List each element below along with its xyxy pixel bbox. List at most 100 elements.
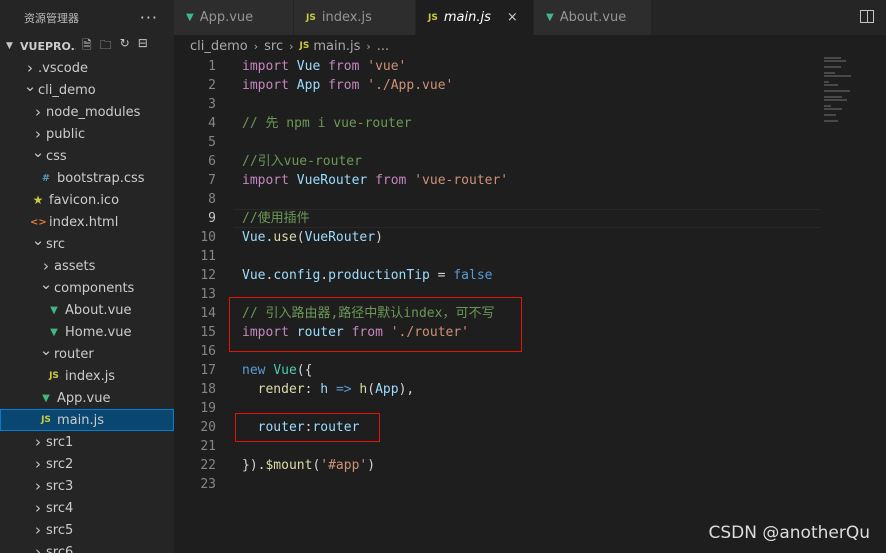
code-token: ({ xyxy=(296,363,313,378)
tree-item-label: components xyxy=(54,280,135,296)
minimap-line xyxy=(824,66,841,68)
project-root[interactable]: ▼ VUEPRO... 🗎 🗀 ↻ ⊟ xyxy=(0,35,174,57)
more-actions-icon[interactable]: ··· xyxy=(140,8,158,27)
star-file-icon: ★ xyxy=(32,193,44,207)
tree-item-bootstrap-css[interactable]: # bootstrap.css xyxy=(0,167,174,189)
tree-item-index-html[interactable]: <> index.html xyxy=(0,211,174,233)
tree-item-public[interactable]: › public xyxy=(0,123,174,145)
tree-item-src5[interactable]: › src5 xyxy=(0,519,174,541)
code-line: 1 import Vue from 'vue' xyxy=(174,57,814,76)
tree-item-label: Home.vue xyxy=(65,324,132,340)
code-line: 4 // 先 npm i vue-router xyxy=(174,114,814,133)
split-editor-icon[interactable] xyxy=(860,10,874,23)
watermark: CSDN @anotherQu xyxy=(708,523,870,543)
tree-item-label: src xyxy=(46,236,65,252)
code-token: ) xyxy=(367,458,376,473)
tree-item-router[interactable]: ⌄ router xyxy=(0,341,174,365)
tree-item-src6[interactable]: › src6 xyxy=(0,541,174,553)
tree-item-label: node_modules xyxy=(46,104,141,120)
tree-item-src[interactable]: ⌄ src xyxy=(0,231,174,255)
tree-item-favicon-ico[interactable]: ★ favicon.ico xyxy=(0,189,174,211)
code-token: false xyxy=(453,268,493,283)
code-token: $mount xyxy=(265,458,313,473)
code-token: ( xyxy=(367,382,376,397)
css-file-icon: # xyxy=(41,172,51,184)
breadcrumb-file-main-js[interactable]: main.js xyxy=(313,39,360,54)
tree-item-cli-demo[interactable]: ⌄ cli_demo xyxy=(0,77,174,101)
js-file-icon: JS xyxy=(41,415,51,425)
annotation-box-router-option xyxy=(235,413,380,442)
tab-about-vue[interactable]: ▼ About.vue xyxy=(534,0,652,35)
breadcrumb-symbols[interactable]: ... xyxy=(377,39,389,54)
code-token: Vue xyxy=(242,268,266,283)
js-file-icon: JS xyxy=(49,371,59,381)
code-token: ( xyxy=(296,230,305,245)
line-number: 17 xyxy=(200,363,216,378)
chevron-down-icon: ▼ xyxy=(6,41,13,51)
tree-item--vscode[interactable]: › .vscode xyxy=(0,57,174,79)
line-number: 15 xyxy=(200,325,216,340)
tree-item-src4[interactable]: › src4 xyxy=(0,497,174,519)
chevron-right-icon: › xyxy=(43,257,49,275)
breadcrumb-folder-cli-demo[interactable]: cli_demo xyxy=(190,39,248,54)
minimap[interactable] xyxy=(824,57,884,122)
line-number: 14 xyxy=(200,306,216,321)
js-file-icon: JS xyxy=(306,12,316,23)
tree-item-index-js[interactable]: JS index.js xyxy=(0,365,174,387)
tree-item-home-vue[interactable]: ▼ Home.vue xyxy=(0,321,174,343)
code-token: => xyxy=(335,382,352,397)
collapse-all-icon[interactable]: ⊟ xyxy=(138,36,148,57)
tree-item-src3[interactable]: › src3 xyxy=(0,475,174,497)
refresh-icon[interactable]: ↻ xyxy=(120,36,130,57)
code-token: : xyxy=(304,382,321,397)
code-token: Vue xyxy=(296,59,321,74)
tab-label: main.js xyxy=(443,10,491,25)
tree-item-about-vue[interactable]: ▼ About.vue xyxy=(0,299,174,321)
tree-item-src2[interactable]: › src2 xyxy=(0,453,174,475)
tree-item-label: assets xyxy=(54,258,96,274)
chevron-right-icon: › xyxy=(27,59,33,77)
code-text: import VueRouter from 'vue-router' xyxy=(216,171,508,190)
close-tab-icon[interactable]: × xyxy=(507,10,518,25)
tree-item-main-js[interactable]: JS main.js xyxy=(0,409,174,431)
new-folder-icon[interactable]: 🗀 xyxy=(100,36,112,57)
tree-item-label: src3 xyxy=(46,478,74,494)
code-line: 10 Vue.use(VueRouter) xyxy=(174,228,814,247)
code-token: '#app' xyxy=(320,458,368,473)
js-file-icon: JS xyxy=(299,41,310,51)
breadcrumb-folder-src[interactable]: src xyxy=(264,39,283,54)
line-number: 10 xyxy=(200,230,216,245)
tree-item-node-modules[interactable]: › node_modules xyxy=(0,101,174,123)
tree-item-css[interactable]: ⌄ css xyxy=(0,143,174,167)
tree-item-label: index.js xyxy=(65,368,116,384)
tab-index-js[interactable]: JS index.js xyxy=(294,0,416,35)
code-text: import Vue from 'vue' xyxy=(216,57,406,76)
tab-app-vue[interactable]: ▼ App.vue xyxy=(174,0,294,35)
code-token: 'vue' xyxy=(367,59,407,74)
code-text: }).$mount('#app') xyxy=(216,456,375,475)
minimap-line xyxy=(824,81,829,83)
minimap-line xyxy=(824,72,836,74)
code-line: 2 import App from './App.vue' xyxy=(174,76,814,95)
chevron-down-icon: ⌄ xyxy=(39,275,53,293)
code-line: 23 xyxy=(174,475,814,494)
code-editor[interactable]: 1 import Vue from 'vue' 2 import App from '… xyxy=(174,57,820,553)
code-line: 18 render: h => h(App), xyxy=(174,380,814,399)
tree-item-app-vue[interactable]: ▼ App.vue xyxy=(0,387,174,409)
tree-item-components[interactable]: ⌄ components xyxy=(0,275,174,299)
tree-item-src1[interactable]: › src1 xyxy=(0,431,174,453)
tab-main-js[interactable]: JS main.js × xyxy=(416,0,534,35)
code-token: // 先 npm i vue-router xyxy=(242,116,412,131)
new-file-icon[interactable]: 🗎 xyxy=(82,36,92,57)
vue-file-icon: ▼ xyxy=(186,12,194,23)
code-token: 'vue-router' xyxy=(414,173,509,188)
tree-item-assets[interactable]: › assets xyxy=(0,255,174,277)
line-number: 21 xyxy=(200,439,216,454)
line-number: 23 xyxy=(200,477,216,492)
tree-item-label: src2 xyxy=(46,456,74,472)
